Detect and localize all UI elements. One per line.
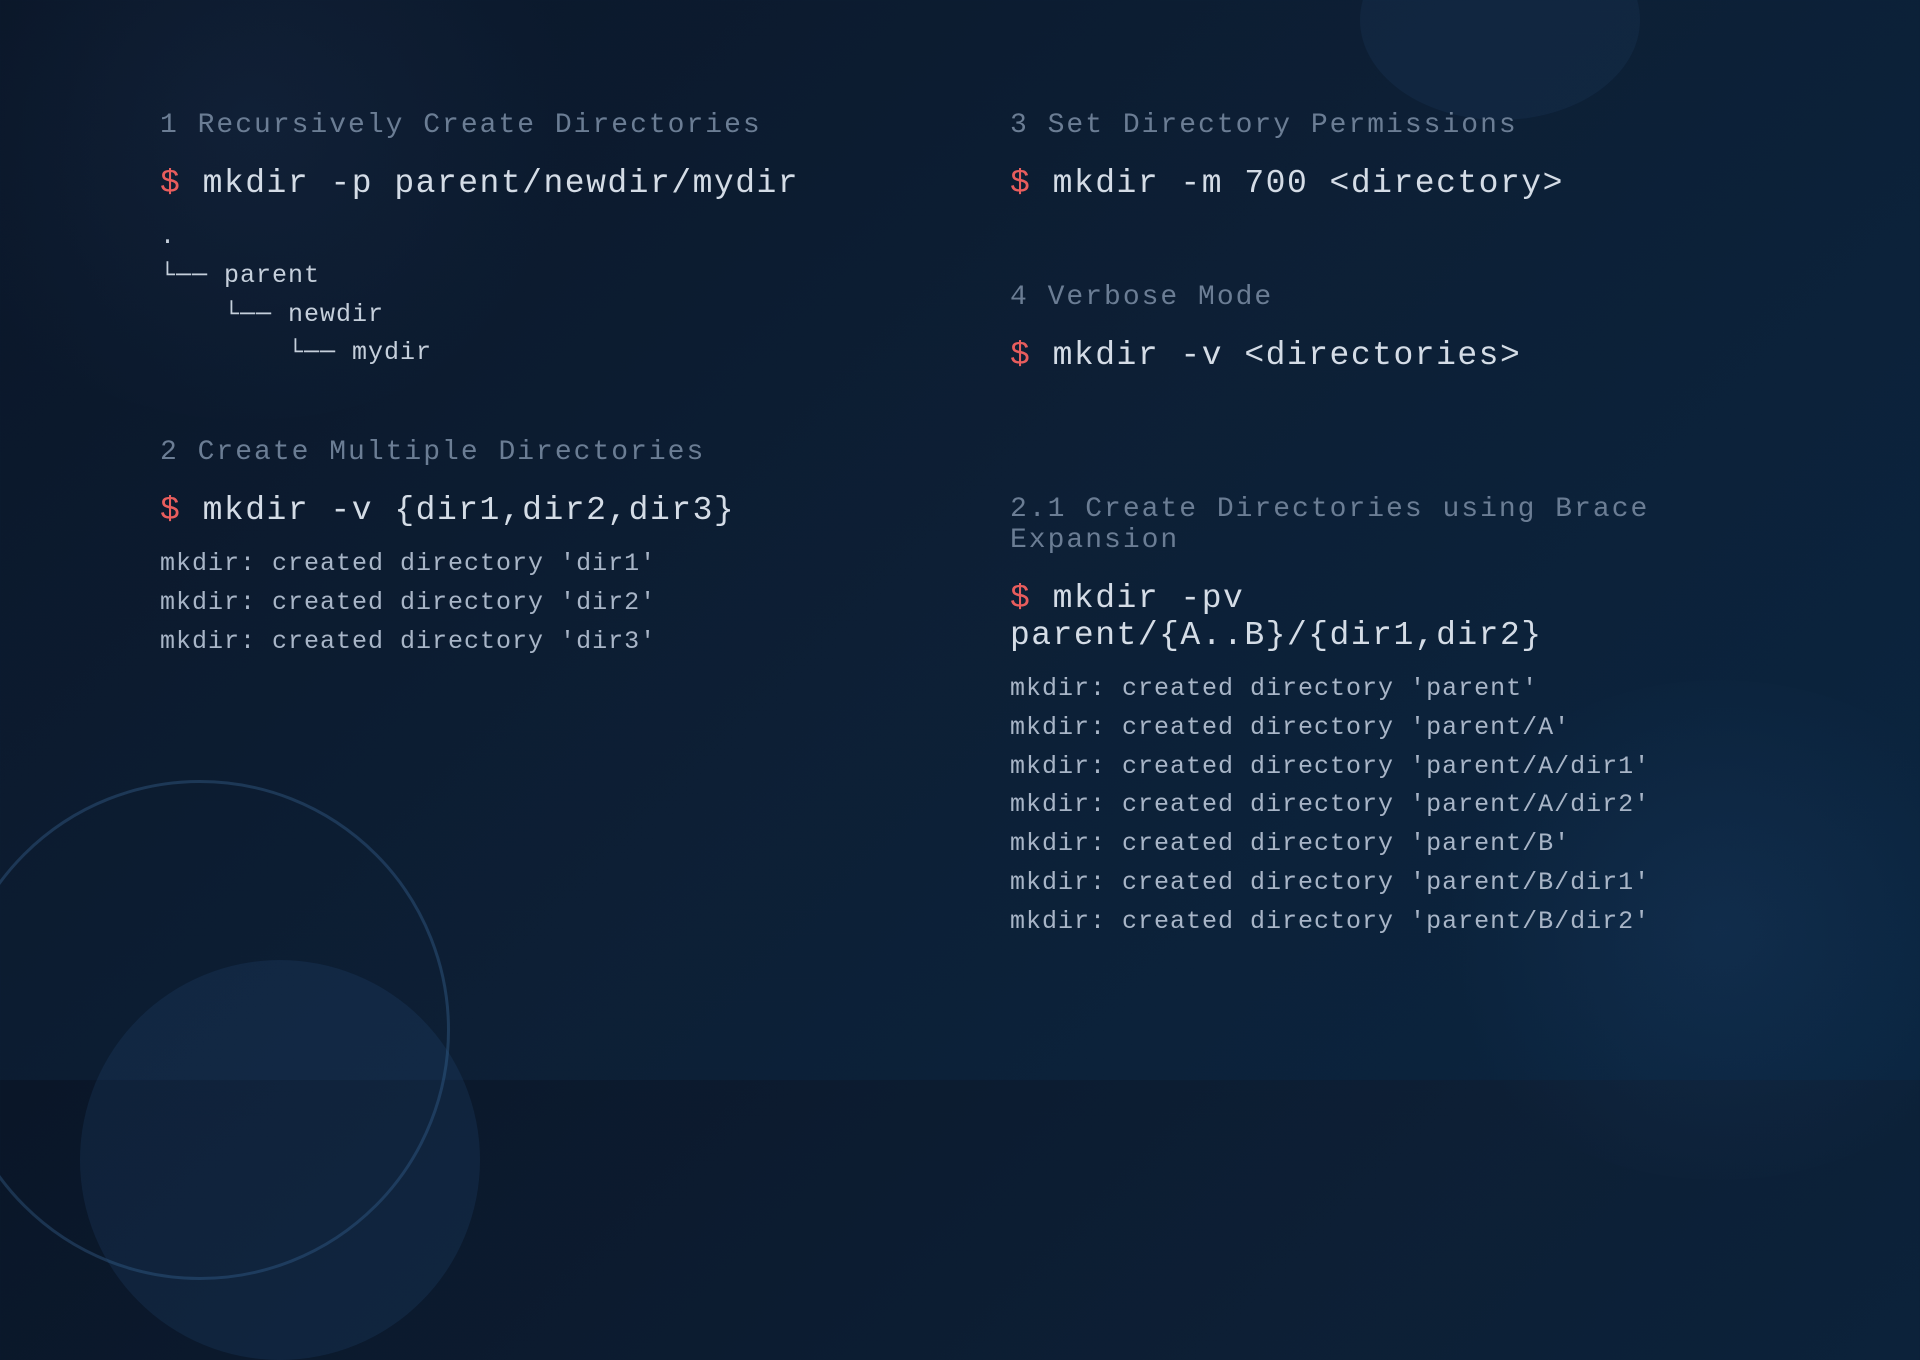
command-text: mkdir -v <directories> [1031, 337, 1521, 374]
shell-prompt: $ [160, 492, 181, 529]
section-recursive-create: 1 Recursively Create Directories $ mkdir… [160, 110, 910, 373]
left-column: 1 Recursively Create Directories $ mkdir… [160, 110, 910, 1005]
content-grid: 1 Recursively Create Directories $ mkdir… [0, 0, 1920, 1080]
command-line: $ mkdir -p parent/newdir/mydir [160, 165, 910, 202]
command-text: mkdir -m 700 <directory> [1031, 165, 1564, 202]
shell-prompt: $ [160, 165, 181, 202]
command-line: $ mkdir -v <directories> [1010, 337, 1760, 374]
command-line: $ mkdir -m 700 <directory> [1010, 165, 1760, 202]
command-text: mkdir -pv parent/{A..B}/{dir1,dir2} [1010, 580, 1543, 654]
section-heading: 3 Set Directory Permissions [1010, 110, 1760, 141]
section-set-permissions: 3 Set Directory Permissions $ mkdir -m 7… [1010, 110, 1760, 218]
command-output: mkdir: created directory 'dir1' mkdir: c… [160, 545, 910, 661]
command-line: $ mkdir -v {dir1,dir2,dir3} [160, 492, 910, 529]
section-create-multiple: 2 Create Multiple Directories $ mkdir -v… [160, 437, 910, 661]
command-text: mkdir -p parent/newdir/mydir [181, 165, 799, 202]
shell-prompt: $ [1010, 165, 1031, 202]
section-verbose-mode: 4 Verbose Mode $ mkdir -v <directories> [1010, 282, 1760, 390]
section-heading: 2 Create Multiple Directories [160, 437, 910, 468]
right-column: 3 Set Directory Permissions $ mkdir -m 7… [1010, 110, 1760, 1005]
section-brace-expansion: 2.1 Create Directories using Brace Expan… [1010, 494, 1760, 941]
tree-output: . └── parent └── newdir └── mydir [160, 218, 910, 373]
shell-prompt: $ [1010, 580, 1031, 617]
shell-prompt: $ [1010, 337, 1031, 374]
command-output: mkdir: created directory 'parent' mkdir:… [1010, 670, 1760, 941]
section-heading: 1 Recursively Create Directories [160, 110, 910, 141]
section-heading: 4 Verbose Mode [1010, 282, 1760, 313]
section-heading: 2.1 Create Directories using Brace Expan… [1010, 494, 1760, 556]
command-text: mkdir -v {dir1,dir2,dir3} [181, 492, 735, 529]
command-line: $ mkdir -pv parent/{A..B}/{dir1,dir2} [1010, 580, 1760, 654]
